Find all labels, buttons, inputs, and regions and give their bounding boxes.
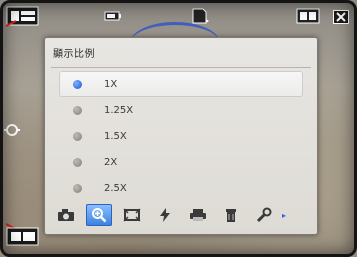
flash-button[interactable]: [152, 204, 178, 226]
menu-toolbar: ▸: [53, 202, 309, 228]
option-label: 1.25X: [104, 104, 134, 116]
battery-icon: [104, 11, 122, 21]
option-label: 2.5X: [104, 182, 127, 194]
memory-card-icon: [190, 8, 210, 24]
radio-unselected-icon: [73, 183, 82, 193]
option-2-5x[interactable]: 2.5X: [59, 175, 303, 201]
option-label: 1.5X: [104, 130, 127, 142]
camera-mode-button[interactable]: [53, 204, 79, 226]
status-bar: [0, 0, 357, 40]
title-divider: [51, 67, 311, 68]
frame-size-icon: [123, 208, 141, 222]
display-ratio-menu: 顯示比例 1X 1.25X 1.5X 2X 2.5X ▸: [44, 37, 318, 235]
more-arrow-icon[interactable]: ▸: [282, 211, 286, 220]
radio-selected-icon: [73, 79, 82, 89]
print-icon: [190, 209, 206, 221]
option-1x[interactable]: 1X: [59, 71, 303, 97]
image-size-icon: [296, 8, 320, 24]
radio-unselected-icon: [73, 105, 82, 115]
delete-icon: [226, 209, 236, 222]
menu-title: 顯示比例: [53, 49, 95, 60]
option-2x[interactable]: 2X: [59, 149, 303, 175]
quality-mode-icon: [6, 222, 40, 246]
close-icon[interactable]: [333, 10, 349, 24]
radio-unselected-icon: [73, 131, 82, 141]
camera-lcd-screen: 顯示比例 1X 1.25X 1.5X 2X 2.5X ▸: [0, 0, 357, 257]
zoom-icon: [92, 208, 107, 223]
zoom-button[interactable]: [86, 204, 112, 226]
print-button[interactable]: [185, 204, 211, 226]
focus-point-icon: [3, 122, 21, 138]
option-label: 1X: [104, 78, 118, 90]
option-label: 2X: [104, 156, 118, 168]
option-1-5x[interactable]: 1.5X: [59, 123, 303, 149]
radio-unselected-icon: [73, 157, 82, 167]
camera-mode-icon: [6, 4, 40, 28]
frame-size-button[interactable]: [119, 204, 145, 226]
flash-icon: [160, 208, 170, 222]
settings-wrench-icon: [256, 207, 272, 223]
camera-mode-icon: [58, 209, 74, 221]
settings-button[interactable]: [251, 204, 277, 226]
option-1-25x[interactable]: 1.25X: [59, 97, 303, 123]
delete-button[interactable]: [218, 204, 244, 226]
zoom-option-list: 1X 1.25X 1.5X 2X 2.5X: [59, 71, 303, 201]
